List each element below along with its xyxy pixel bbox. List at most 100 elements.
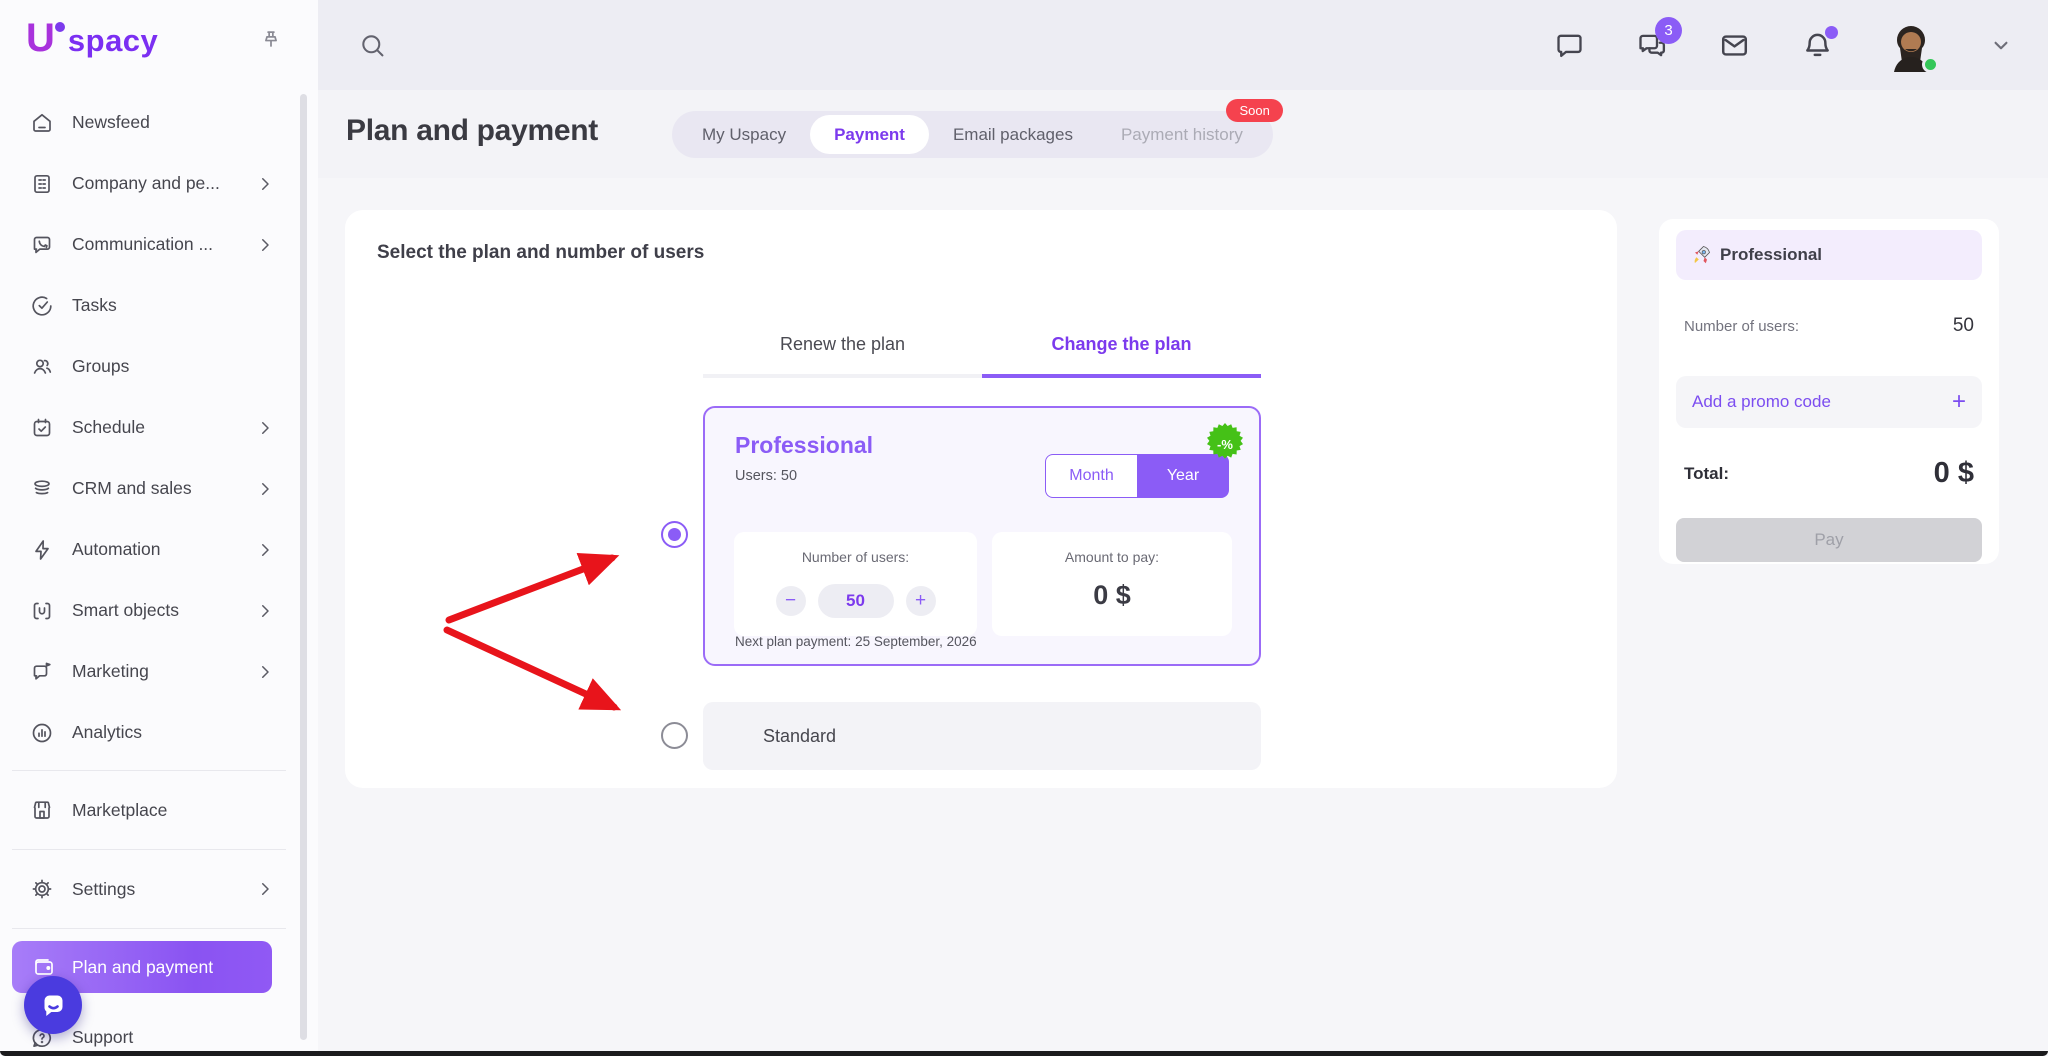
sidebar-item-communication[interactable]: Communication ... (0, 214, 298, 275)
pin-sidebar-icon[interactable] (258, 28, 284, 54)
users-count-value[interactable]: 50 (818, 584, 894, 618)
marketplace-icon (30, 798, 54, 822)
online-status-dot (1922, 56, 1939, 73)
chevron-right-icon (256, 236, 274, 254)
decrease-users-button[interactable]: − (776, 586, 806, 616)
plus-icon[interactable]: + (1952, 388, 1966, 416)
chevron-right-icon (256, 541, 274, 559)
sidebar-item-analytics[interactable]: Analytics (0, 702, 298, 763)
pay-button[interactable]: Pay (1676, 518, 1982, 562)
uspacy-logo[interactable]: U spacy (26, 16, 158, 61)
sidebar-divider (12, 928, 286, 929)
plan-users-caption: Users: 50 (735, 468, 797, 484)
tab-change-the-plan[interactable]: Change the plan (982, 314, 1261, 378)
billing-period-toggle: Month Year (1045, 454, 1229, 498)
standard-plan-row[interactable]: Standard (703, 702, 1261, 770)
professional-plan-card[interactable]: Professional Users: 50 Month Year -% Num… (703, 406, 1261, 666)
sidebar-item-automation[interactable]: Automation (0, 519, 298, 580)
marketing-icon (30, 660, 54, 684)
summary-plan-header: Professional (1676, 230, 1982, 280)
uspacy-app-window: U spacy Newsfeed Company and pe... Commu… (0, 0, 2048, 1056)
amount-to-pay-box: Amount to pay: 0 $ (992, 532, 1232, 636)
logo-wordmark: spacy (68, 23, 158, 59)
bell-icon[interactable] (1801, 29, 1834, 62)
chevron-right-icon (256, 880, 274, 898)
topbar: 3 (318, 0, 2048, 90)
rocket-icon (1691, 245, 1711, 265)
sidebar-item-label: Support (72, 1027, 133, 1048)
sidebar-item-label: Analytics (72, 722, 142, 743)
sidebar-item-label: Settings (72, 879, 135, 900)
chat-bubble-icon (36, 988, 70, 1022)
schedule-icon (30, 416, 54, 440)
tab-payment[interactable]: Payment (810, 115, 929, 154)
chevron-right-icon (256, 602, 274, 620)
page-header: Plan and payment My Uspacy Payment Email… (318, 90, 2048, 178)
sidebar-item-company-and-people[interactable]: Company and pe... (0, 153, 298, 214)
sidebar-item-crm-and-sales[interactable]: CRM and sales (0, 458, 298, 519)
discount-seal-badge: -% (1203, 422, 1247, 466)
tab-renew-the-plan[interactable]: Renew the plan (703, 314, 982, 378)
sidebar-item-settings[interactable]: Settings (0, 857, 298, 921)
sidebar-item-marketing[interactable]: Marketing (0, 641, 298, 702)
chevron-right-icon (256, 663, 274, 681)
sidebar-divider (12, 770, 286, 771)
bell-notification-dot (1825, 26, 1838, 39)
amount-to-pay-value: 0 $ (992, 580, 1232, 611)
sidebar-item-smart-objects[interactable]: Smart objects (0, 580, 298, 641)
messenger-count-badge: 3 (1655, 17, 1682, 44)
month-toggle-button[interactable]: Month (1045, 454, 1137, 498)
professional-plan-radio[interactable] (661, 521, 688, 548)
tab-my-uspacy[interactable]: My Uspacy (678, 115, 810, 154)
page-tabs: My Uspacy Payment Email packages Payment… (672, 111, 1273, 158)
users-stepper: − 50 + (734, 584, 977, 618)
groups-icon (30, 355, 54, 379)
number-of-users-box: Number of users: − 50 + (734, 532, 977, 636)
messenger-icon[interactable]: 3 (1635, 29, 1668, 62)
company-icon (30, 172, 54, 196)
sidebar-item-label: Automation (72, 539, 161, 560)
sidebar-item-label: Communication ... (72, 234, 213, 255)
add-promo-code-row[interactable]: Add a promo code + (1676, 376, 1982, 428)
sidebar-item-schedule[interactable]: Schedule (0, 397, 298, 458)
logo-dot (55, 22, 65, 32)
communication-icon (30, 233, 54, 257)
sidebar-nav: Newsfeed Company and pe... Communication… (0, 92, 298, 1056)
tab-email-packages[interactable]: Email packages (929, 115, 1097, 154)
sidebar-item-label: CRM and sales (72, 478, 192, 499)
increase-users-button[interactable]: + (906, 586, 936, 616)
support-chat-launcher[interactable] (24, 976, 82, 1034)
sidebar-item-label: Marketing (72, 661, 149, 682)
chevron-right-icon (256, 175, 274, 193)
sidebar-item-newsfeed[interactable]: Newsfeed (0, 92, 298, 153)
soon-badge: Soon (1226, 99, 1282, 122)
sidebar-scrollbar[interactable] (300, 94, 307, 1040)
tasks-icon (30, 294, 54, 318)
summary-users-label: Number of users: (1684, 318, 1799, 335)
topbar-actions: 3 (1554, 18, 2048, 72)
chevron-right-icon (256, 480, 274, 498)
plan-selection-heading: Select the plan and number of users (377, 242, 704, 264)
mail-icon[interactable] (1718, 29, 1751, 62)
search-icon[interactable] (358, 31, 387, 60)
feedback-chat-icon[interactable] (1554, 30, 1585, 61)
next-plan-payment-note: Next plan payment: 25 September, 2026 (735, 634, 977, 649)
summary-total-row: Total: 0 $ (1684, 457, 1974, 490)
window-bottom-edge (0, 1051, 2048, 1056)
sidebar-item-groups[interactable]: Groups (0, 336, 298, 397)
sidebar-item-tasks[interactable]: Tasks (0, 275, 298, 336)
smart-objects-icon (30, 599, 54, 623)
chevron-down-icon[interactable] (1988, 32, 2014, 58)
discount-badge-label: -% (1217, 437, 1233, 452)
gear-icon (30, 877, 54, 901)
plan-name: Professional (735, 432, 873, 459)
plan-name: Standard (763, 726, 836, 747)
sidebar-item-marketplace[interactable]: Marketplace (0, 778, 298, 842)
summary-plan-name: Professional (1720, 245, 1822, 265)
user-avatar[interactable] (1884, 18, 1938, 72)
standard-plan-radio[interactable] (661, 722, 688, 749)
summary-users-value: 50 (1953, 315, 1974, 337)
sidebar-item-label: Schedule (72, 417, 145, 438)
page-title: Plan and payment (346, 114, 598, 148)
crm-icon (30, 477, 54, 501)
